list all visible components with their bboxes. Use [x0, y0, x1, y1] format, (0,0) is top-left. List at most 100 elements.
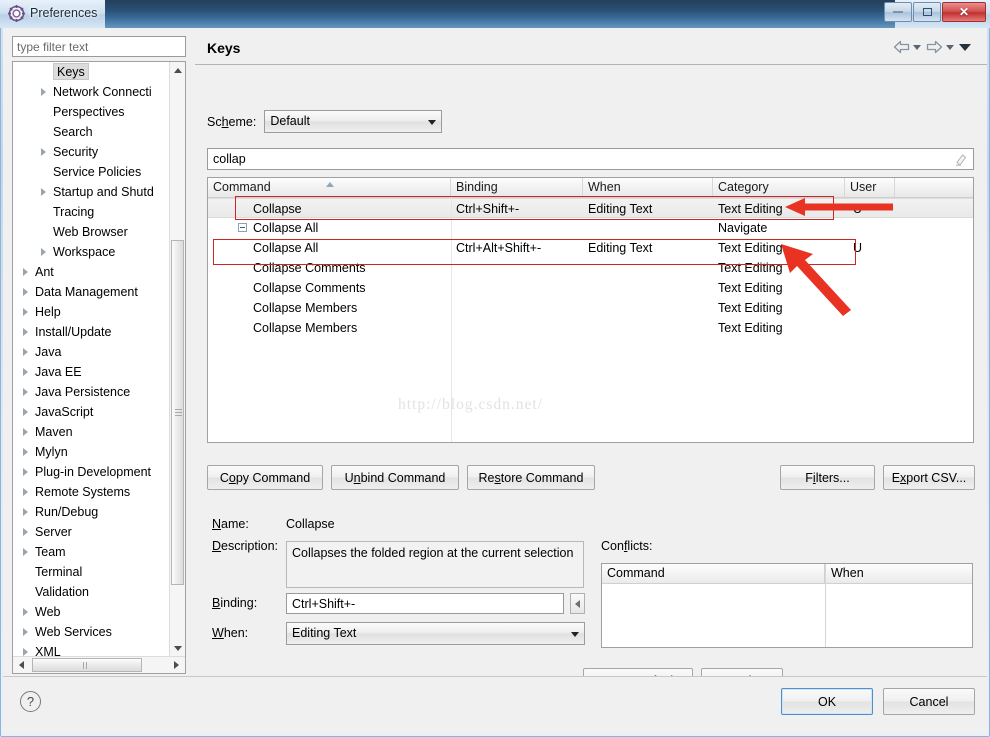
help-icon[interactable]: ? — [20, 691, 41, 712]
keys-column-header-command[interactable]: Command — [208, 178, 451, 197]
sidebar-item-web-services[interactable]: Web Services — [13, 622, 171, 642]
chevron-right-icon[interactable] — [23, 268, 28, 276]
scroll-left-button[interactable] — [13, 657, 30, 673]
chevron-right-icon[interactable] — [23, 408, 28, 416]
preferences-tree-list[interactable]: Keys Network Connecti Perspectives Search Se… — [13, 62, 171, 657]
sidebar-filter-input[interactable]: type filter text — [12, 36, 186, 57]
sidebar-item-java-persistence[interactable]: Java Persistence — [13, 382, 171, 402]
sidebar-item-java-ee[interactable]: Java EE — [13, 362, 171, 382]
forward-arrow-icon[interactable] — [926, 40, 943, 54]
keys-table-body[interactable]: Collapse Ctrl+Shift+- Editing Text Text Edi… — [208, 198, 973, 338]
table-row[interactable]: Collapse All Navigate — [208, 218, 973, 238]
table-row[interactable]: Collapse All Ctrl+Alt+Shift+- Editing Text… — [208, 238, 973, 258]
sidebar-item-web[interactable]: Web — [13, 602, 171, 622]
cancel-button[interactable]: Cancel — [883, 688, 975, 715]
sidebar-item-server[interactable]: Server — [13, 522, 171, 542]
back-arrow-icon[interactable] — [893, 40, 910, 54]
sidebar-item-terminal[interactable]: Terminal — [13, 562, 171, 582]
keys-column-header-binding[interactable]: Binding — [451, 178, 583, 197]
sidebar-item-data-management[interactable]: Data Management — [13, 282, 171, 302]
chevron-right-icon[interactable] — [23, 608, 28, 616]
keys-column-header-user[interactable]: User — [845, 178, 895, 197]
chevron-right-icon[interactable] — [23, 388, 28, 396]
hscrollbar-thumb[interactable] — [32, 658, 142, 672]
sidebar-item-validation[interactable]: Validation — [13, 582, 171, 602]
chevron-right-icon[interactable] — [23, 328, 28, 336]
table-row[interactable]: Collapse Members Text Editing — [208, 298, 973, 318]
scroll-right-button[interactable] — [168, 657, 185, 673]
chevron-right-icon[interactable] — [41, 148, 46, 156]
sidebar-item-help[interactable]: Help — [13, 302, 171, 322]
chevron-right-icon[interactable] — [23, 288, 28, 296]
sidebar-item-maven[interactable]: Maven — [13, 422, 171, 442]
chevron-right-icon[interactable] — [23, 488, 28, 496]
chevron-right-icon[interactable] — [23, 448, 28, 456]
minimize-button[interactable] — [884, 2, 912, 22]
sidebar-item-remote-systems[interactable]: Remote Systems — [13, 482, 171, 502]
binding-input[interactable]: Ctrl+Shift+- — [286, 593, 564, 614]
eraser-icon[interactable] — [955, 153, 967, 166]
maximize-restore-button[interactable] — [913, 2, 941, 22]
forward-dropdown-icon[interactable] — [946, 44, 954, 50]
keys-column-header-category[interactable]: Category — [713, 178, 845, 197]
sidebar-item-keys[interactable]: Keys — [13, 62, 171, 82]
sidebar-item-xml[interactable]: XML — [13, 642, 171, 657]
chevron-right-icon[interactable] — [23, 428, 28, 436]
chevron-right-icon[interactable] — [23, 348, 28, 356]
keys-table[interactable]: Command Binding When Category User Collapse C… — [207, 177, 974, 443]
chevron-right-icon[interactable] — [41, 188, 46, 196]
table-row[interactable]: Collapse Members Text Editing — [208, 318, 973, 338]
chevron-right-icon[interactable] — [23, 368, 28, 376]
sidebar-item-mylyn[interactable]: Mylyn — [13, 442, 171, 462]
scrollbar-thumb[interactable] — [171, 240, 184, 585]
ok-button[interactable]: OK — [781, 688, 873, 715]
sidebar-item-service-policies[interactable]: Service Policies — [13, 162, 171, 182]
when-combo[interactable]: Editing Text — [286, 622, 585, 645]
chevron-right-icon[interactable] — [23, 528, 28, 536]
sidebar-item-javascript[interactable]: JavaScript — [13, 402, 171, 422]
chevron-right-icon[interactable] — [23, 628, 28, 636]
keys-column-header-when[interactable]: When — [583, 178, 713, 197]
restore-command-button[interactable]: Re s tore Command — [467, 465, 595, 490]
sidebar-item-run-debug[interactable]: Run/Debug — [13, 502, 171, 522]
sidebar-item-web-browser[interactable]: Web Browser — [13, 222, 171, 242]
keys-filter-input[interactable]: collap — [207, 148, 974, 170]
sidebar-item-tracing[interactable]: Tracing — [13, 202, 171, 222]
chevron-right-icon[interactable] — [23, 508, 28, 516]
sidebar-item-perspectives[interactable]: Perspectives — [13, 102, 171, 122]
sidebar-item-network-connecti[interactable]: Network Connecti — [13, 82, 171, 102]
conflicts-table[interactable]: Command When — [601, 563, 973, 648]
scroll-up-button[interactable] — [170, 62, 185, 79]
sidebar-item-team[interactable]: Team — [13, 542, 171, 562]
unbind-command-button[interactable]: Un bind Command — [331, 465, 459, 490]
sidebar-item-install-update[interactable]: Install/Update — [13, 322, 171, 342]
chevron-right-icon[interactable] — [23, 548, 28, 556]
tree-vertical-scrollbar[interactable] — [169, 62, 185, 657]
chevron-right-icon[interactable] — [41, 248, 46, 256]
sidebar-item-search[interactable]: Search — [13, 122, 171, 142]
table-row[interactable]: Collapse Comments Text Editing — [208, 258, 973, 278]
back-nav-group[interactable] — [893, 40, 921, 54]
tree-horizontal-scrollbar[interactable] — [13, 656, 185, 673]
chevron-right-icon[interactable] — [23, 468, 28, 476]
forward-nav-group[interactable] — [926, 40, 954, 54]
chevron-right-icon[interactable] — [23, 308, 28, 316]
scheme-combo[interactable]: Default — [264, 110, 443, 133]
chevron-right-icon[interactable] — [41, 88, 46, 96]
copy-command-button[interactable]: Co py Command — [207, 465, 323, 490]
chevron-right-icon[interactable] — [23, 648, 28, 656]
view-menu-icon[interactable] — [959, 43, 971, 51]
close-button[interactable]: ✕ — [942, 2, 986, 22]
back-dropdown-icon[interactable] — [913, 44, 921, 50]
tree-collapse-icon[interactable] — [238, 223, 247, 232]
table-row[interactable]: Collapse Ctrl+Shift+- Editing Text Text Edi… — [208, 198, 973, 218]
export-csv-button[interactable]: Ex port CSV... — [883, 465, 975, 490]
sidebar-item-ant[interactable]: Ant — [13, 262, 171, 282]
sidebar-item-workspace[interactable]: Workspace — [13, 242, 171, 262]
filters-button[interactable]: Fi lters... — [780, 465, 875, 490]
sidebar-item-plug-in-development[interactable]: Plug-in Development — [13, 462, 171, 482]
table-row[interactable]: Collapse Comments Text Editing — [208, 278, 973, 298]
sidebar-item-startup-and-shutd[interactable]: Startup and Shutd — [13, 182, 171, 202]
scroll-down-button[interactable] — [170, 640, 185, 657]
sidebar-item-java[interactable]: Java — [13, 342, 171, 362]
